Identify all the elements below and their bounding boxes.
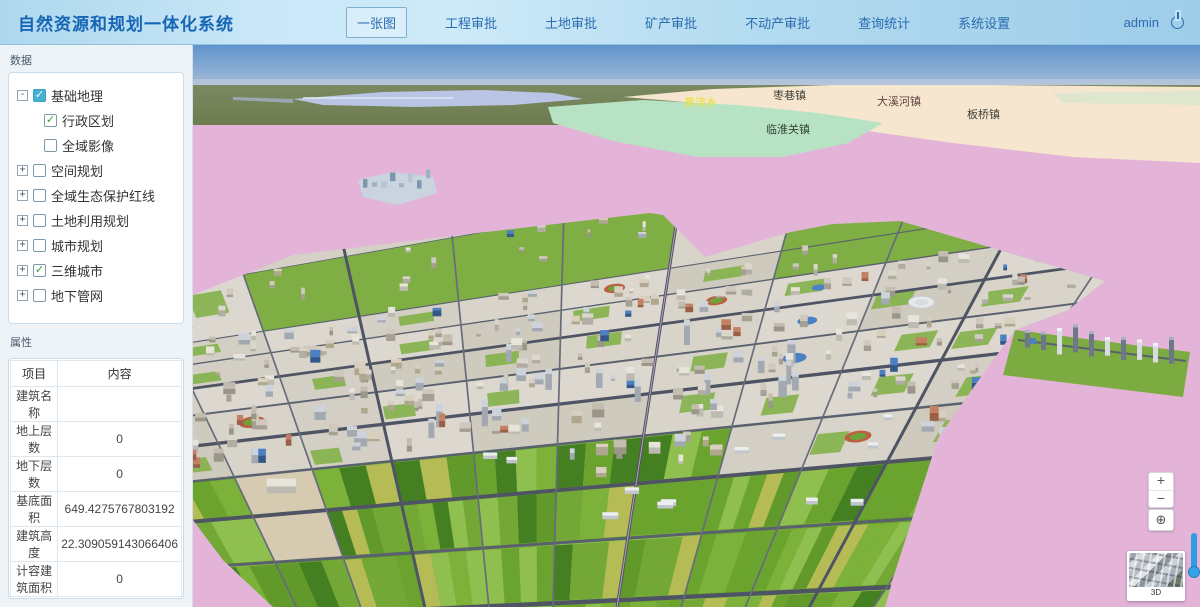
props-col-key: 项目 xyxy=(11,361,58,387)
collapse-icon[interactable]: - xyxy=(17,90,28,101)
props-table-body: 建筑名称地上层数0地下层数0基底面积649.4275767803192建筑高度2… xyxy=(11,387,182,597)
tab-7[interactable]: 系统设置 xyxy=(948,8,1020,37)
city-3d-scene[interactable] xyxy=(193,45,1200,607)
props-table: 项目 内容 建筑名称地上层数0地下层数0基底面积649.427576780319… xyxy=(10,360,182,597)
tab-1[interactable]: 一张图 xyxy=(346,7,407,38)
tree-item-7[interactable]: + 城市规划 xyxy=(17,233,175,258)
prop-row: 建筑名称 xyxy=(11,387,182,422)
prop-row: 地下层数0 xyxy=(11,457,182,492)
tab-5[interactable]: 不动产审批 xyxy=(735,8,820,37)
power-icon[interactable] xyxy=(1171,16,1184,29)
minimap[interactable]: 3D xyxy=(1127,551,1185,601)
zoom-out-button[interactable]: − xyxy=(1149,490,1173,507)
minimap-mode-label: 3D xyxy=(1129,587,1183,599)
checkbox[interactable]: ✓ xyxy=(33,89,46,102)
checkbox[interactable] xyxy=(33,164,46,177)
props-panel-title: 属性 xyxy=(10,334,184,350)
tab-6[interactable]: 查询统计 xyxy=(848,8,920,37)
sidebar: 数据 -✓基础地理✓行政区划全域影像+空间规划+全域生态保护红线+土地利用规划+… xyxy=(0,45,193,607)
prop-value xyxy=(58,387,182,422)
locate-button[interactable]: ⊕ xyxy=(1148,509,1174,531)
tab-3[interactable]: 土地审批 xyxy=(535,8,607,37)
tree-item-label: 三维城市 xyxy=(51,261,103,280)
minimap-image xyxy=(1129,553,1183,587)
zoom-controls: + − xyxy=(1148,472,1174,508)
expand-icon[interactable]: + xyxy=(17,290,28,301)
props-col-value: 内容 xyxy=(58,361,182,387)
main-nav: 一张图工程审批土地审批矿产审批不动产审批查询统计系统设置 xyxy=(346,7,1020,38)
tree-item-label: 全域影像 xyxy=(62,136,114,155)
tree-item-label: 基础地理 xyxy=(51,86,103,105)
app-header: 自然资源和规划一体化系统 一张图工程审批土地审批矿产审批不动产审批查询统计系统设… xyxy=(0,0,1200,45)
tree-item-label: 地下管网 xyxy=(51,286,103,305)
prop-key: 建筑高度 xyxy=(11,527,58,562)
layer-tree: -✓基础地理✓行政区划全域影像+空间规划+全域生态保护红线+土地利用规划+城市规… xyxy=(8,72,184,324)
username-label[interactable]: admin xyxy=(1124,15,1159,30)
altitude-slider-knob[interactable] xyxy=(1188,566,1200,578)
prop-value: 649.4275767803192 xyxy=(58,492,182,527)
tab-2[interactable]: 工程审批 xyxy=(435,8,507,37)
prop-value: 22.309059143066406 xyxy=(58,527,182,562)
prop-key: 基底面积 xyxy=(11,492,58,527)
tree-item-label: 城市规划 xyxy=(51,236,103,255)
expand-icon[interactable]: + xyxy=(17,165,28,176)
prop-key: 地下层数 xyxy=(11,457,58,492)
prop-key: 建筑名称 xyxy=(11,387,58,422)
tree-item-3[interactable]: 全域影像 xyxy=(44,133,175,158)
prop-key: 地上层数 xyxy=(11,422,58,457)
data-panel-title: 数据 xyxy=(10,52,184,68)
app-title: 自然资源和规划一体化系统 xyxy=(18,10,318,35)
prop-key: 计容建筑面积 xyxy=(11,562,58,597)
prop-row: 计容建筑面积0 xyxy=(11,562,182,597)
checkbox[interactable] xyxy=(33,189,46,202)
tree-item-label: 行政区划 xyxy=(62,111,114,130)
prop-row: 基底面积649.4275767803192 xyxy=(11,492,182,527)
checkbox[interactable] xyxy=(33,289,46,302)
tree-item-label: 土地利用规划 xyxy=(51,211,129,230)
zoom-in-button[interactable]: + xyxy=(1149,473,1173,490)
props-panel: 项目 内容 建筑名称地上层数0地下层数0基底面积649.427576780319… xyxy=(8,358,184,599)
tree-item-6[interactable]: + 土地利用规划 xyxy=(17,208,175,233)
tree-item-label: 全域生态保护红线 xyxy=(51,186,155,205)
tree-item-label: 空间规划 xyxy=(51,161,103,180)
expand-icon[interactable]: + xyxy=(17,190,28,201)
prop-value: 0 xyxy=(58,562,182,597)
expand-icon[interactable]: + xyxy=(17,240,28,251)
tree-item-5[interactable]: + 全域生态保护红线 xyxy=(17,183,175,208)
expand-icon[interactable]: + xyxy=(17,215,28,226)
prop-row: 建筑高度22.309059143066406 xyxy=(11,527,182,562)
tree-item-1[interactable]: -✓ 基础地理 xyxy=(17,83,175,108)
tab-4[interactable]: 矿产审批 xyxy=(635,8,707,37)
checkbox[interactable] xyxy=(33,214,46,227)
prop-row: 地上层数0 xyxy=(11,422,182,457)
expand-icon[interactable]: + xyxy=(17,265,28,276)
tree-item-4[interactable]: + 空间规划 xyxy=(17,158,175,183)
prop-value: 0 xyxy=(58,422,182,457)
checkbox[interactable] xyxy=(33,239,46,252)
checkbox[interactable] xyxy=(44,139,57,152)
tree-item-2[interactable]: ✓ 行政区划 xyxy=(44,108,175,133)
prop-value: 0 xyxy=(58,457,182,492)
tree-item-8[interactable]: + ✓ 三维城市 xyxy=(17,258,175,283)
checkbox[interactable]: ✓ xyxy=(33,264,46,277)
user-zone: admin xyxy=(1124,15,1184,30)
checkbox[interactable]: ✓ xyxy=(44,114,57,127)
map-viewport[interactable]: 黄湾乡枣巷镇大溪河镇板桥镇临淮关镇 + − ⊕ 3D xyxy=(193,45,1200,607)
tree-item-9[interactable]: + 地下管网 xyxy=(17,283,175,308)
